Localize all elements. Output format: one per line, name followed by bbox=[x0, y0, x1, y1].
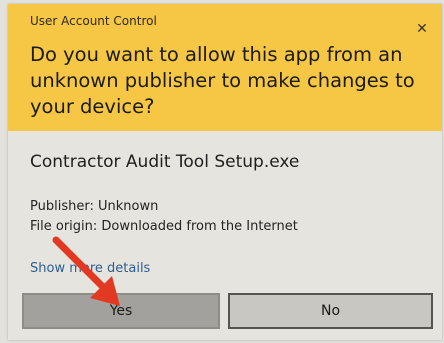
yes-button[interactable]: Yes bbox=[22, 293, 220, 329]
publisher-info: Publisher: Unknown bbox=[30, 199, 159, 214]
no-button[interactable]: No bbox=[228, 293, 433, 329]
show-more-details-link[interactable]: Show more details bbox=[30, 261, 150, 276]
app-name: Contractor Audit Tool Setup.exe bbox=[30, 152, 300, 172]
window-title: User Account Control bbox=[30, 14, 157, 28]
close-icon[interactable]: ✕ bbox=[415, 22, 429, 36]
uac-dialog: User Account Control ✕ Do you want to al… bbox=[8, 4, 442, 340]
photo-frame: User Account Control ✕ Do you want to al… bbox=[0, 0, 444, 343]
file-origin-info: File origin: Downloaded from the Interne… bbox=[30, 219, 298, 234]
dialog-header: User Account Control ✕ Do you want to al… bbox=[8, 4, 442, 131]
prompt-question: Do you want to allow this app from an un… bbox=[30, 43, 415, 118]
